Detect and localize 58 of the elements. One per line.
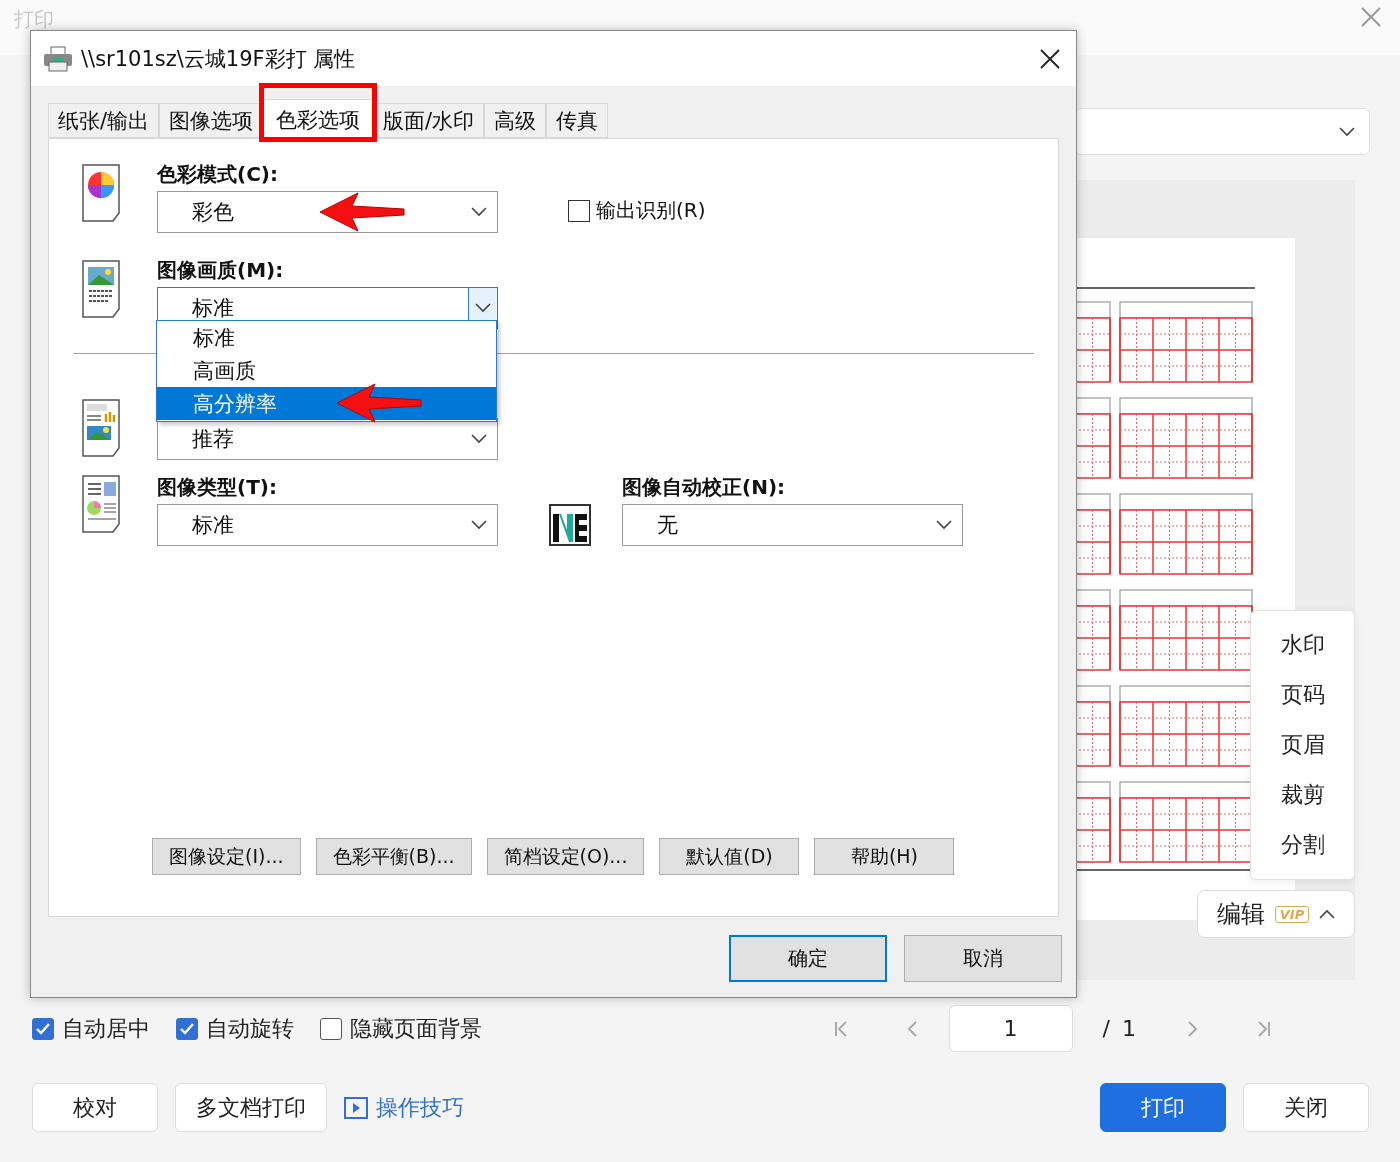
chevron-down-icon [475, 303, 491, 313]
tips-link[interactable]: 操作技巧 [344, 1092, 464, 1123]
checkbox[interactable] [176, 1017, 198, 1040]
menu-item[interactable]: 水印 [1280, 622, 1325, 668]
page-input[interactable]: 1 [948, 1005, 1073, 1052]
dropdown-option[interactable]: 高画质 [157, 354, 496, 387]
button[interactable]: 图像设定(I)... [152, 838, 301, 875]
printer-icon [43, 45, 73, 72]
field-label: 图像自动校正(N): [622, 474, 787, 498]
page-separator: / [1102, 1016, 1110, 1041]
tab[interactable]: 高级 [484, 103, 547, 138]
chevron-up-icon [1319, 909, 1336, 919]
edit-button[interactable]: 编辑 VIP [1197, 890, 1355, 938]
check-icon [36, 1022, 50, 1035]
checkbox-option[interactable]: 自动居中 [32, 1013, 150, 1044]
page-total: 1 [1122, 1016, 1136, 1041]
output-id-checkbox[interactable]: 输出识别(R) [568, 197, 706, 224]
button[interactable]: 色彩平衡(B)... [315, 838, 472, 875]
menu-item[interactable]: 页码 [1280, 672, 1325, 718]
chevron-down-icon [936, 520, 952, 530]
chevron-down-icon [471, 207, 487, 217]
ok-button[interactable]: 确定 [729, 935, 887, 982]
menu-item[interactable]: 分割 [1280, 822, 1325, 868]
dialog-title: \\sr101sz\云城19F彩打 属性 [81, 45, 357, 73]
button[interactable]: 简档设定(O)... [486, 838, 645, 875]
field-label: 色彩模式(C): [157, 161, 279, 185]
button[interactable]: 帮助(H) [814, 838, 955, 875]
tab[interactable]: 纸张/输出 [48, 103, 160, 138]
tab[interactable]: 色彩选项 [263, 99, 374, 139]
checkbox-option[interactable]: 自动旋转 [176, 1013, 294, 1044]
checkbox[interactable] [320, 1017, 342, 1040]
vip-badge: VIP [1274, 905, 1310, 923]
color-mode-select[interactable]: 彩色 [157, 191, 498, 233]
field-label: 图像画质(M): [157, 257, 285, 281]
dropdown-select[interactable]: 推荐 [157, 418, 498, 460]
checkbox[interactable] [32, 1017, 54, 1040]
menu-item[interactable]: 裁剪 [1280, 772, 1325, 818]
close-icon[interactable] [1040, 48, 1060, 69]
print-button[interactable]: 打印 [1100, 1083, 1226, 1132]
menu-item[interactable]: 页眉 [1280, 722, 1325, 768]
button[interactable]: 多文档打印 [175, 1083, 327, 1132]
close-button[interactable]: 关闭 [1243, 1083, 1369, 1132]
button[interactable]: 校对 [32, 1083, 158, 1132]
chevron-down-icon [1339, 126, 1355, 137]
play-icon [344, 1096, 368, 1119]
cancel-button[interactable]: 取消 [904, 935, 1062, 982]
checkbox[interactable] [568, 199, 590, 222]
auto-correct-select[interactable]: 无 [622, 504, 963, 546]
tab[interactable]: 传真 [546, 103, 609, 138]
chevron-down-icon [471, 434, 487, 444]
checkbox-option[interactable]: 隐藏页面背景 [320, 1013, 482, 1044]
image-type-select[interactable]: 标准 [157, 504, 498, 546]
dropdown-option[interactable]: 标准 [157, 321, 496, 354]
field-label: 图像类型(T): [157, 474, 278, 498]
button[interactable]: 默认值(D) [659, 838, 800, 875]
auto-correct-icon [549, 504, 591, 546]
check-icon [180, 1022, 194, 1035]
chevron-down-icon [471, 520, 487, 530]
